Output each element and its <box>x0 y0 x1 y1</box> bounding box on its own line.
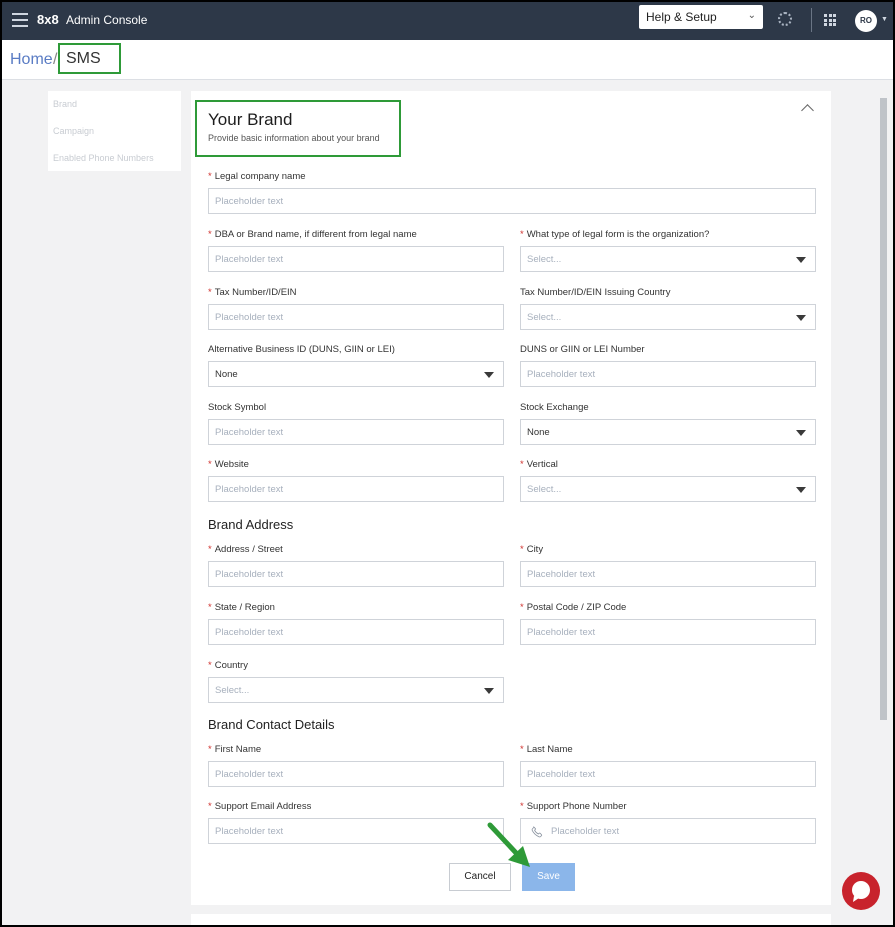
brand-header: Your Brand Provide basic information abo… <box>195 100 401 157</box>
state-field: * State / Region Placeholder text <box>208 602 504 645</box>
last-name-input[interactable]: Placeholder text <box>520 761 816 787</box>
chevron-down-icon: ⌄ <box>747 10 756 21</box>
avatar[interactable]: RO <box>855 10 877 32</box>
support-email-field: * Support Email Address Placeholder text <box>208 801 504 844</box>
support-phone-input[interactable]: Placeholder text <box>520 818 816 844</box>
nav-item-campaign[interactable]: Campaign <box>53 126 94 136</box>
website-field: * Website Placeholder text <box>208 459 504 502</box>
caret-down-icon <box>484 688 494 694</box>
caret-down-icon[interactable]: ▼ <box>881 16 888 23</box>
website-input[interactable]: Placeholder text <box>208 476 504 502</box>
tax-country-select[interactable]: Select... <box>520 304 816 330</box>
help-setup-label: Help & Setup <box>646 10 717 24</box>
help-setup-dropdown[interactable]: Help & Setup ⌄ <box>639 5 763 29</box>
annotation-arrow-icon <box>487 822 530 867</box>
caret-down-icon <box>484 372 494 378</box>
caret-down-icon <box>796 487 806 493</box>
legal-form-select[interactable]: Select... <box>520 246 816 272</box>
page-title: Your Brand <box>208 110 293 129</box>
dba-input[interactable]: Placeholder text <box>208 246 504 272</box>
caret-down-icon <box>796 315 806 321</box>
nav-item-enabled-numbers[interactable]: Enabled Phone Numbers <box>53 153 154 163</box>
alt-business-id-field: Alternative Business ID (DUNS, GIIN or L… <box>208 344 504 387</box>
duns-number-field: DUNS or GIIN or LEI Number Placeholder t… <box>520 344 816 387</box>
next-card <box>191 914 831 925</box>
chat-button[interactable] <box>842 872 880 910</box>
legal-name-field: * Legal company name Placeholder text <box>208 171 816 214</box>
chat-icon <box>852 881 870 902</box>
brand-contact-heading: Brand Contact Details <box>208 717 335 732</box>
app-title: Admin Console <box>66 13 148 27</box>
support-phone-field: * Support Phone Number Placeholder text <box>520 801 816 844</box>
app-frame: 8x8 Admin Console Help & Setup ⌄ RO ▼ Ho… <box>2 2 893 925</box>
last-name-field: * Last Name Placeholder text <box>520 744 816 787</box>
tax-number-field: * Tax Number/ID/EIN Placeholder text <box>208 287 504 330</box>
divider <box>811 8 812 32</box>
hamburger-icon[interactable] <box>12 13 28 27</box>
first-name-input[interactable]: Placeholder text <box>208 761 504 787</box>
vertical-select[interactable]: Select... <box>520 476 816 502</box>
street-input[interactable]: Placeholder text <box>208 561 504 587</box>
dba-field: * DBA or Brand name, if different from le… <box>208 229 504 272</box>
brand-address-heading: Brand Address <box>208 517 294 532</box>
breadcrumb-separator: / <box>53 51 58 68</box>
top-bar: 8x8 Admin Console Help & Setup ⌄ RO ▼ <box>2 2 893 40</box>
country-field: * Country Select... <box>208 660 504 703</box>
city-field: * City Placeholder text <box>520 544 816 587</box>
vertical-field: * Vertical Select... <box>520 459 816 502</box>
street-field: * Address / Street Placeholder text <box>208 544 504 587</box>
nav-item-brand[interactable]: Brand <box>53 99 77 109</box>
grid-icon[interactable] <box>824 14 836 26</box>
brand-form-card: Your Brand Provide basic information abo… <box>191 91 831 905</box>
tax-number-input[interactable]: Placeholder text <box>208 304 504 330</box>
stock-exchange-select[interactable]: None <box>520 419 816 445</box>
page-subtitle: Provide basic information about your bra… <box>208 133 380 143</box>
stock-symbol-field: Stock Symbol Placeholder text <box>208 402 504 445</box>
scrollbar[interactable] <box>880 98 887 720</box>
support-email-input[interactable]: Placeholder text <box>208 818 504 844</box>
alt-business-id-select[interactable]: None <box>208 361 504 387</box>
city-input[interactable]: Placeholder text <box>520 561 816 587</box>
section-nav: Brand Campaign Enabled Phone Numbers <box>48 91 181 171</box>
country-select[interactable]: Select... <box>208 677 504 703</box>
breadcrumb-home[interactable]: Home <box>10 51 53 69</box>
first-name-field: * First Name Placeholder text <box>208 744 504 787</box>
caret-down-icon <box>796 257 806 263</box>
loading-icon <box>778 12 792 26</box>
caret-down-icon <box>796 430 806 436</box>
chevron-up-icon[interactable] <box>801 104 814 117</box>
postal-input[interactable]: Placeholder text <box>520 619 816 645</box>
stock-exchange-field: Stock Exchange None <box>520 402 816 445</box>
postal-field: * Postal Code / ZIP Code Placeholder text <box>520 602 816 645</box>
logo: 8x8 <box>37 12 59 27</box>
duns-number-input[interactable]: Placeholder text <box>520 361 816 387</box>
state-input[interactable]: Placeholder text <box>208 619 504 645</box>
legal-form-field: * What type of legal form is the organiza… <box>520 229 816 272</box>
stock-symbol-input[interactable]: Placeholder text <box>208 419 504 445</box>
breadcrumb: Home / SMS <box>2 40 893 80</box>
tax-country-field: Tax Number/ID/EIN Issuing Country Select… <box>520 287 816 330</box>
breadcrumb-current: SMS <box>58 43 121 74</box>
legal-name-input[interactable]: Placeholder text <box>208 188 816 214</box>
